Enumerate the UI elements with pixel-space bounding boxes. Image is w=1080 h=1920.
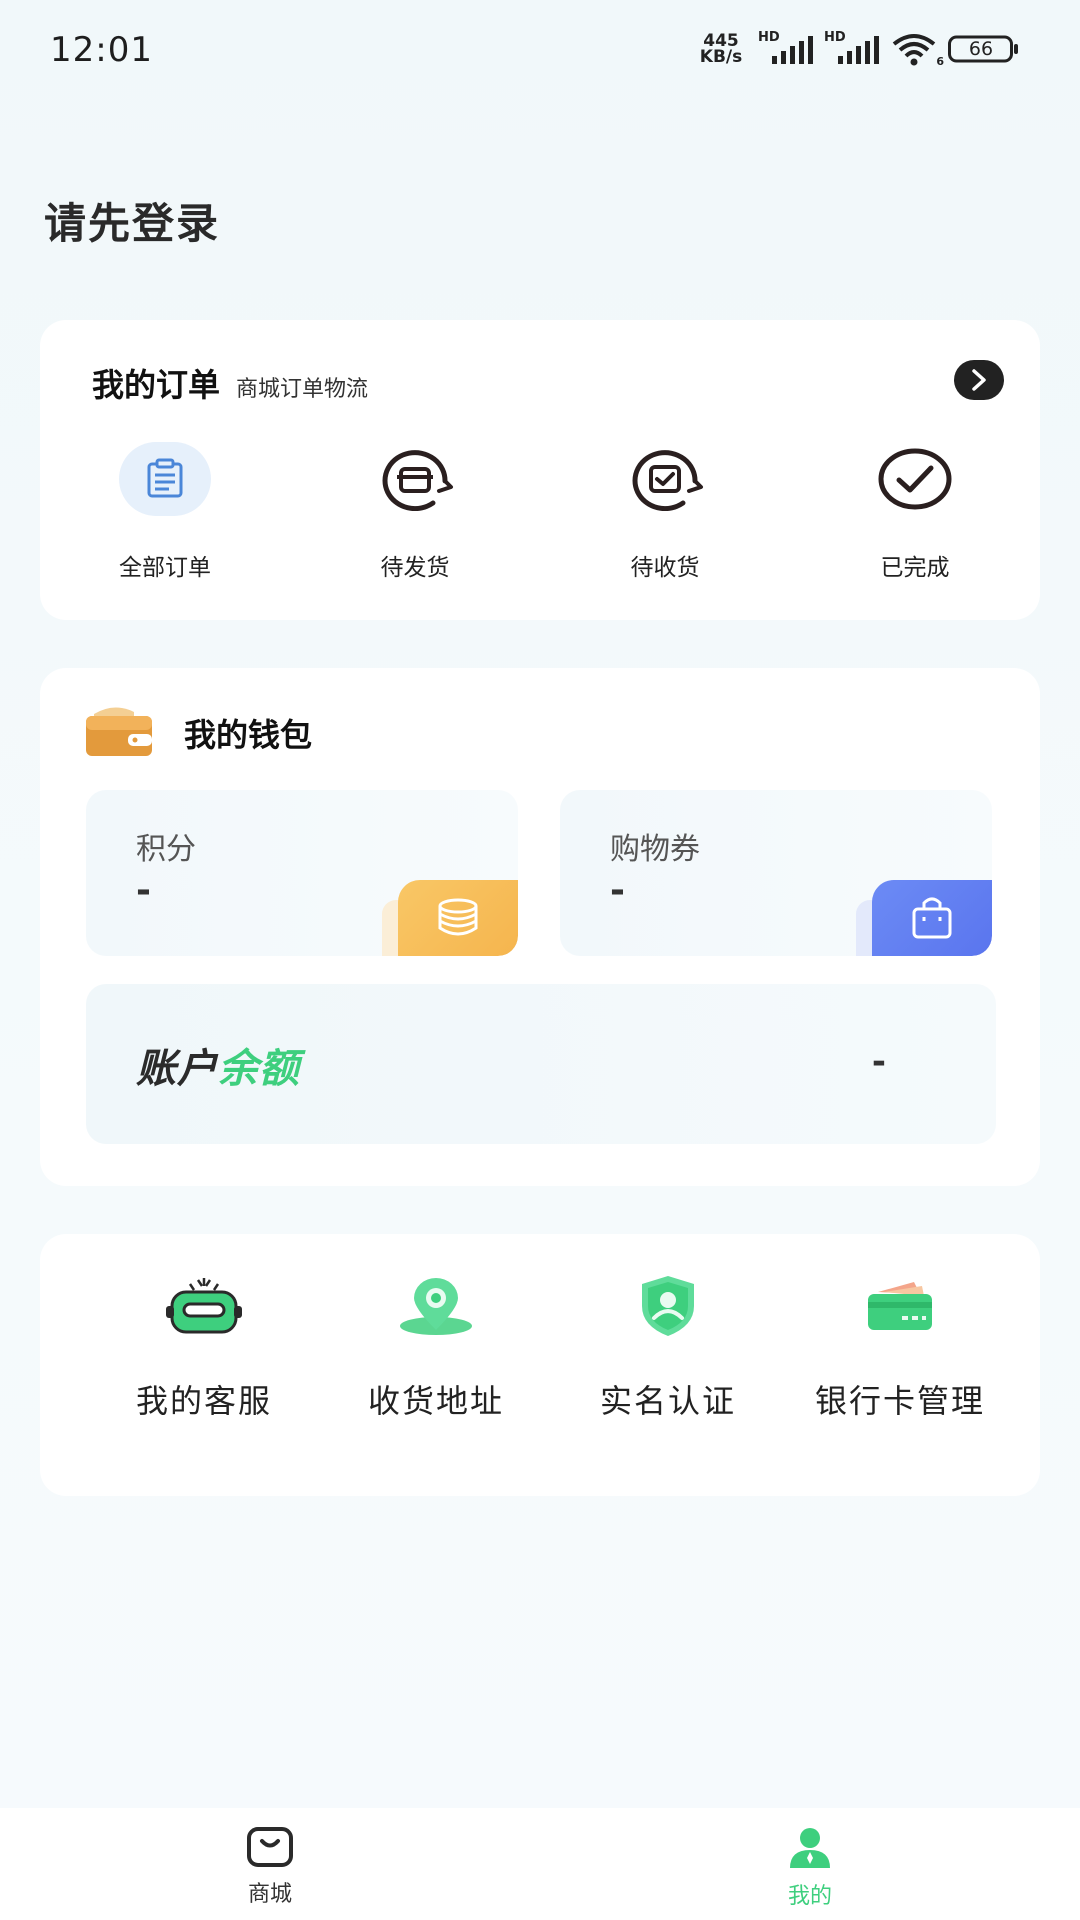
order-item-label: 已完成 (880, 555, 950, 581)
sim2-hd-label: HD (824, 30, 846, 45)
balance-title-part2: 余额 (218, 1046, 300, 1092)
battery-icon: 66 (948, 34, 1020, 64)
orders-header: 我的订单 商城订单物流 (92, 360, 368, 406)
order-item-pending-receive[interactable]: 待收货 (540, 442, 790, 582)
battery-level: 66 (968, 38, 994, 60)
service-label: 我的客服 (135, 1382, 272, 1420)
order-item-label: 待发货 (380, 555, 450, 581)
network-speed-unit: KB/s (699, 47, 743, 67)
box-pending-ship-icon (369, 442, 461, 516)
points-label: 积分 (136, 832, 196, 867)
wifi-icon: 6 (890, 32, 944, 68)
shield-user-icon (626, 1270, 710, 1342)
order-item-label: 待收货 (630, 555, 700, 581)
wallet-icon (84, 704, 154, 762)
coins-icon (398, 880, 518, 956)
orders-more-button[interactable] (954, 360, 1004, 400)
service-label: 银行卡管理 (814, 1382, 985, 1420)
bank-card-icon (858, 1270, 942, 1342)
signal-sim1-icon: HD (758, 30, 814, 64)
status-bar: 12:01 445 KB/s HD HD 6 66 (0, 0, 1080, 100)
orders-card: 我的订单 商城订单物流 全部订单 待发货 待收货 已完成 (40, 320, 1040, 620)
service-bank-card-management[interactable]: 银行卡管理 (800, 1270, 1000, 1422)
status-icons: 445 KB/s HD HD 6 66 (694, 30, 1020, 68)
sim1-hd-label: HD (758, 30, 780, 45)
tab-mine[interactable]: 我的 (540, 1808, 1080, 1920)
tab-label: 我的 (787, 1884, 832, 1909)
orders-subtitle: 商城订单物流 (236, 377, 369, 402)
box-pending-receive-icon (619, 442, 711, 516)
services-card: 我的客服 收货地址 实名认证 银行卡管理 (40, 1234, 1040, 1496)
service-customer-support[interactable]: 我的客服 (104, 1270, 304, 1422)
service-label: 实名认证 (599, 1382, 736, 1420)
order-item-pending-ship[interactable]: 待发货 (290, 442, 540, 582)
wallet-header: 我的钱包 (84, 704, 312, 762)
check-circle-icon (869, 442, 961, 516)
document-icon (119, 442, 211, 516)
coupon-box[interactable]: 购物券 - (560, 790, 992, 956)
service-label: 收货地址 (367, 1382, 504, 1420)
balance-title-part1: 账户 (136, 1046, 218, 1092)
location-pin-icon (394, 1270, 478, 1342)
balance-box[interactable]: 账户余额 - (86, 984, 996, 1144)
coupon-label: 购物券 (610, 832, 700, 867)
services-list: 我的客服 收货地址 实名认证 银行卡管理 (104, 1270, 1000, 1422)
network-speed: 445 KB/s (694, 33, 748, 67)
shop-bag-icon (247, 1827, 293, 1867)
signal-sim2-icon: HD (824, 30, 880, 64)
chevron-right-icon (972, 369, 986, 391)
status-time: 12:01 (50, 30, 153, 70)
order-item-completed[interactable]: 已完成 (790, 442, 1040, 582)
wallet-title: 我的钱包 (184, 716, 313, 754)
order-item-label: 全部订单 (119, 555, 211, 581)
points-value: - (136, 870, 151, 911)
service-shipping-address[interactable]: 收货地址 (336, 1270, 536, 1422)
order-status-list: 全部订单 待发货 待收货 已完成 (40, 442, 1040, 582)
login-prompt[interactable]: 请先登录 (44, 190, 220, 251)
bottom-tab-bar: 商城 我的 (0, 1808, 1080, 1920)
shopping-bag-icon (872, 880, 992, 956)
order-item-all[interactable]: 全部订单 (40, 442, 290, 582)
balance-value: - (871, 1042, 886, 1082)
wifi-label: 6 (936, 55, 944, 68)
wallet-card: 我的钱包 积分 - 购物券 - 账户余额 - (40, 668, 1040, 1186)
coupon-value: - (610, 870, 625, 911)
orders-title: 我的订单 (92, 366, 221, 404)
profile-page: 12:01 445 KB/s HD HD 6 66 请先登录 我的订单 商城订单… (0, 0, 1080, 1920)
person-icon (790, 1828, 830, 1868)
service-real-name-verification[interactable]: 实名认证 (568, 1270, 768, 1422)
balance-title: 账户余额 (136, 1036, 300, 1094)
points-box[interactable]: 积分 - (86, 790, 518, 956)
tab-label: 商城 (247, 1882, 292, 1907)
tab-shop[interactable]: 商城 (0, 1808, 540, 1920)
robot-icon (162, 1270, 246, 1342)
